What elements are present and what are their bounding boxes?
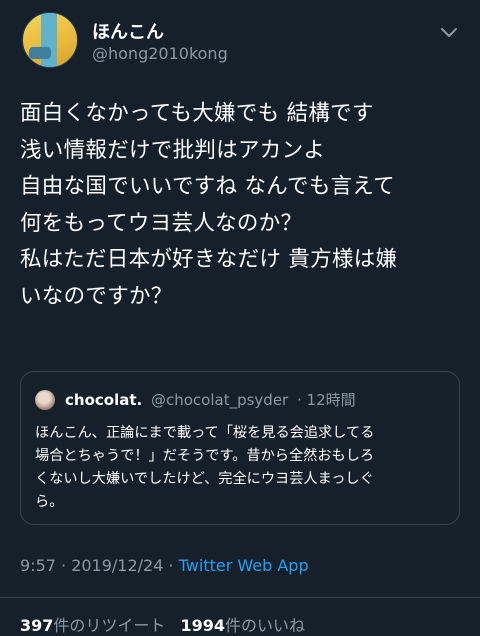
- like-label: 件のいいね: [225, 616, 306, 635]
- quoted-tweet[interactable]: chocolat. @chocolat_psyder · 12時間 ほんこん、正…: [20, 371, 460, 525]
- chevron-down-icon[interactable]: [437, 20, 461, 44]
- like-count: 1994: [180, 616, 226, 635]
- author-avatar[interactable]: [22, 12, 78, 68]
- retweet-label: 件のリツイート: [53, 616, 166, 635]
- quoted-avatar[interactable]: [35, 390, 55, 410]
- tweet-stats: 397件のリツイート 1994件のいいね: [20, 612, 305, 636]
- tweet-line: 面白くなかっても大嫌でも 結構です: [20, 101, 374, 126]
- tweet-line: 何をもってウヨ芸人なのか？: [20, 210, 303, 236]
- retweet-count: 397: [20, 616, 54, 635]
- tweet-line: 浅い情報だけで批判はアカンよ: [20, 137, 326, 163]
- tweet-timestamp[interactable]: 9:57 · 2019/12/24 ·: [20, 556, 174, 575]
- quoted-line: くないし大嫌いでしたけど、完全にウヨ芸人まっしぐ: [35, 471, 374, 487]
- quoted-time: · 12時間: [297, 391, 356, 409]
- tweet-source-link[interactable]: Twitter Web App: [179, 556, 309, 575]
- quoted-author-handle[interactable]: @chocolat_psyder: [151, 391, 288, 409]
- tweet-meta: 9:57 · 2019/12/24 · Twitter Web App: [20, 556, 309, 575]
- tweet-line: いなのですか？: [20, 283, 173, 309]
- tweet-header: ほんこん @hong2010kong: [20, 10, 465, 72]
- like-count-link[interactable]: 1994件のいいね: [181, 616, 306, 635]
- quoted-header: chocolat. @chocolat_psyder · 12時間: [65, 389, 356, 410]
- author-handle[interactable]: @hong2010kong: [92, 44, 228, 63]
- tweet-text: 面白くなかっても大嫌でも 結構です 浅い情報だけで批判はアカンよ 自由な国でいい…: [20, 96, 470, 315]
- tweet-line: 自由な国でいいですね なんでも言えて: [20, 174, 395, 199]
- quoted-text: ほんこん、正論にまで載って「桜を見る会追求してる 場合とちゃうで！」だそうです。…: [35, 422, 449, 514]
- author-name[interactable]: ほんこん: [92, 18, 164, 44]
- quoted-line: ほんこん、正論にまで載って「桜を見る会追求してる: [35, 425, 375, 441]
- divider: [0, 597, 480, 598]
- avatar-shape: [29, 47, 51, 59]
- quoted-line: ら。: [35, 494, 64, 510]
- quoted-author-name[interactable]: chocolat.: [65, 391, 142, 409]
- quoted-line: 場合とちゃうで！」だそうです。昔から全然おもしろ: [35, 448, 375, 464]
- retweet-count-link[interactable]: 397件のリツイート: [20, 616, 165, 635]
- tweet-line: 私はただ日本が好きなだけ 貴方様は嫌: [20, 247, 398, 272]
